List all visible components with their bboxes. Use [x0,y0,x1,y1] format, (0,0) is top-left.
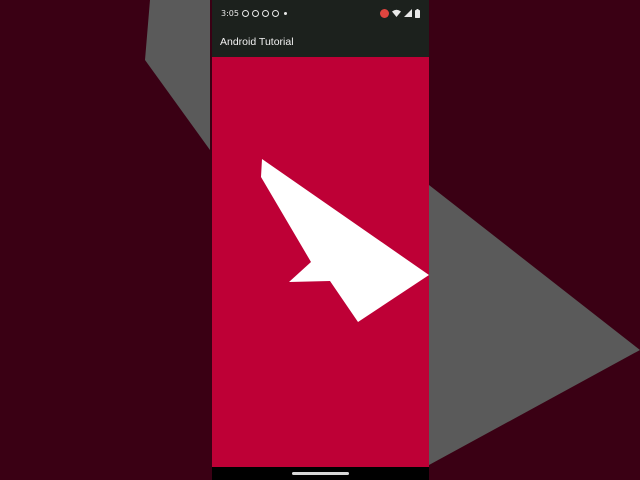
more-dot-icon [283,11,287,15]
wifi-icon [392,9,401,17]
app-title: Android Tutorial [220,35,294,48]
content-area [212,57,429,467]
paper-plane-icon [261,159,429,322]
navigation-bar [212,467,429,480]
app-bar: Android Tutorial [212,26,429,57]
screen-record-icon [380,8,389,18]
battery-icon [415,8,420,18]
signal-icon [404,9,412,17]
sync-icon [241,9,249,17]
phone-screen: 3:05 Android Tutorial [212,0,429,480]
messenger-icon [271,9,279,17]
status-time: 3:05 [221,8,239,18]
home-gesture-handle[interactable] [292,472,349,475]
messenger-icon [261,9,269,17]
status-bar: 3:05 [212,0,429,26]
facebook-icon [251,9,259,17]
